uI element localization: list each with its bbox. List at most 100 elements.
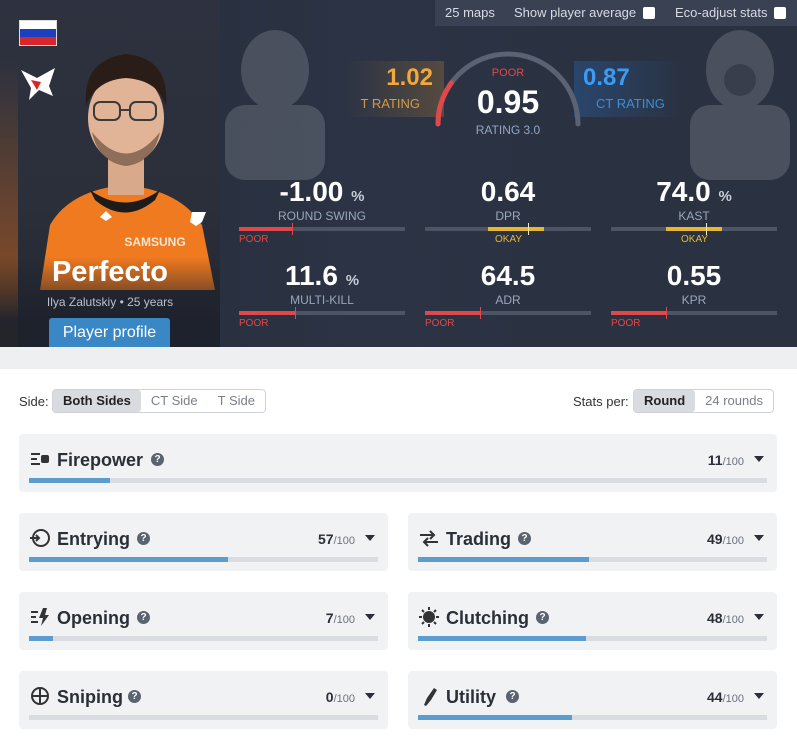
rating-gauge-fill	[435, 80, 454, 127]
eco-adjust-checkbox[interactable]	[774, 7, 786, 19]
stat-verdict: POOR	[239, 318, 269, 329]
category-card-opening[interactable]: Opening? 7/100	[19, 592, 388, 650]
player-nickname: Perfecto	[51, 256, 169, 288]
help-icon[interactable]: ?	[536, 611, 549, 624]
stat-label: MULTI-KILL	[290, 293, 354, 307]
sniping-icon	[31, 687, 49, 705]
help-icon[interactable]: ?	[137, 532, 150, 545]
category-card-sniping[interactable]: Sniping? 0/100	[19, 671, 388, 729]
show-player-average-checkbox[interactable]	[643, 7, 655, 19]
stat-verdict: POOR	[611, 318, 641, 329]
category-score: 11/100	[708, 452, 744, 468]
stat-verdict: OKAY	[681, 234, 709, 245]
chevron-down-icon[interactable]	[754, 614, 764, 620]
rating-main-value: 0.95	[476, 84, 540, 120]
category-score: 7/100	[326, 610, 355, 626]
chevron-down-icon[interactable]	[365, 614, 375, 620]
category-card-entrying[interactable]: Entrying? 57/100	[19, 513, 388, 571]
rating-main-label: RATING 3.0	[475, 123, 541, 137]
section-divider	[0, 347, 797, 369]
side-option-both[interactable]: Both Sides	[53, 390, 141, 412]
category-card-clutching[interactable]: Clutching? 48/100	[408, 592, 777, 650]
category-title: Entrying	[57, 529, 131, 549]
russia-flag-icon	[19, 20, 57, 46]
per-option-24-rounds[interactable]: 24 rounds	[695, 390, 773, 412]
stats-per-filter: Round 24 rounds	[633, 389, 774, 413]
stat-bar-fill	[488, 227, 545, 231]
stat-number: 64.5	[480, 260, 536, 291]
category-title: Sniping	[57, 687, 123, 707]
stat-bar	[611, 307, 777, 319]
maps-count[interactable]: 25 maps	[445, 5, 495, 20]
stat-number: 11.6	[284, 260, 338, 291]
stat-number: 74.0	[656, 176, 711, 207]
meta-separator: •	[119, 295, 128, 309]
category-score: 44/100	[707, 689, 744, 705]
category-bar-fill	[29, 478, 111, 483]
player-stats-page: SAMSUNG Perfecto Ilya Zalutskiy • 25 yea…	[0, 0, 797, 751]
opening-icon	[31, 608, 49, 626]
help-icon[interactable]: ?	[518, 532, 531, 545]
help-icon[interactable]: ?	[506, 690, 519, 703]
stat-bar-fill	[611, 311, 666, 315]
side-option-t[interactable]: T Side	[208, 390, 265, 412]
stat-bar	[425, 307, 591, 319]
category-title: Trading	[446, 529, 512, 549]
help-icon[interactable]: ?	[128, 690, 141, 703]
category-card-firepower[interactable]: Firepower? 11/100	[19, 434, 777, 492]
jersey-sponsor: SAMSUNG	[124, 235, 185, 249]
player-header: SAMSUNG Perfecto Ilya Zalutskiy • 25 yea…	[0, 0, 797, 347]
eco-adjust-label[interactable]: Eco-adjust stats	[675, 5, 768, 20]
per-option-round[interactable]: Round	[634, 390, 696, 412]
player-profile-button[interactable]: Player profile	[49, 318, 170, 347]
category-score-value: 48	[707, 610, 723, 626]
category-score-denominator: /100	[333, 535, 355, 547]
top-options-bar: 25 maps Show player average Eco-adjust s…	[435, 0, 797, 26]
stat-label: DPR	[495, 209, 521, 223]
category-bar-fill	[418, 715, 572, 720]
category-score-value: 0	[325, 689, 334, 705]
entrying-icon	[30, 529, 50, 547]
chevron-down-icon[interactable]	[365, 535, 375, 541]
stat-bar	[239, 223, 405, 235]
stat-label: ROUND SWING	[278, 209, 366, 223]
category-bar	[29, 715, 378, 720]
category-card-trading[interactable]: Trading? 49/100	[408, 513, 777, 571]
category-score-denominator: /100	[722, 456, 744, 468]
stat-unit: %	[345, 272, 360, 289]
category-bar-fill	[418, 636, 586, 641]
category-bar	[418, 715, 767, 720]
chevron-down-icon[interactable]	[754, 535, 764, 541]
show-player-average-label[interactable]: Show player average	[514, 5, 636, 20]
player-real-name: Ilya Zalutskiy	[46, 295, 117, 309]
trading-icon	[420, 530, 438, 547]
stat-label: KAST	[678, 209, 710, 223]
player-panel: SAMSUNG Perfecto Ilya Zalutskiy • 25 yea…	[0, 0, 220, 347]
player-meta: Ilya Zalutskiy • 25 years	[0, 295, 220, 309]
stat-bar-marker	[479, 307, 481, 319]
rating-verdict: POOR	[491, 67, 525, 79]
chevron-down-icon[interactable]	[365, 693, 375, 699]
t-rating-value: 1.02	[386, 64, 433, 91]
stat-bar	[425, 223, 591, 235]
stat-value: 74.0 %	[611, 176, 777, 208]
category-card-utility[interactable]: Utility? 44/100	[408, 671, 777, 729]
stat-bar	[611, 223, 777, 235]
stat-value: 0.55	[611, 260, 777, 292]
team-logo-icon	[21, 68, 55, 100]
stat-number: -1.00	[279, 176, 344, 207]
stat-number: 0.64	[480, 176, 536, 207]
stat-label: KPR	[681, 293, 707, 307]
help-icon[interactable]: ?	[137, 611, 150, 624]
player-age: 25 years	[127, 295, 174, 309]
category-bar	[418, 557, 767, 562]
category-bar-fill	[418, 557, 589, 562]
stat-bar-marker	[528, 223, 530, 235]
stat-number: 0.55	[666, 260, 722, 291]
category-bar	[29, 557, 378, 562]
help-icon[interactable]: ?	[151, 453, 164, 466]
side-option-ct[interactable]: CT Side	[141, 390, 208, 412]
chevron-down-icon[interactable]	[754, 456, 764, 462]
chevron-down-icon[interactable]	[754, 693, 764, 699]
stat-value: 0.64	[425, 176, 591, 208]
